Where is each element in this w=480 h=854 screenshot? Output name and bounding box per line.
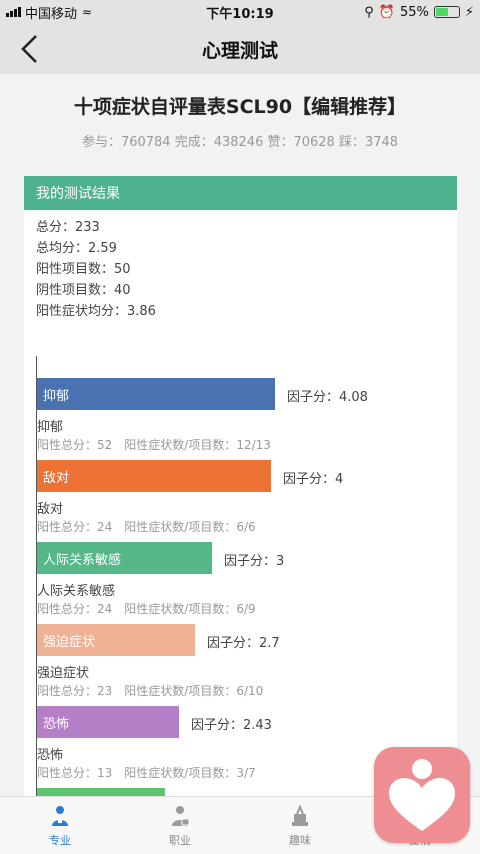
factor-item: 强迫症状 因子分：2.7 强迫症状 阳性总分：23 阳性症状数/项目数：6/10 (37, 624, 447, 706)
battery-icon (433, 6, 460, 18)
factor-bar: 强迫症状 (37, 624, 195, 656)
status-bar: 中国移动 ≈ 下午10:19 ⚲ ⏰ 55% ⚡ (0, 0, 480, 24)
summary-positive-average: 阳性症状均分：3.86 (36, 304, 156, 319)
tab-label: 职业 (169, 833, 191, 847)
summary-negative-count: 阴性项目数：40 (36, 283, 131, 298)
doctor-icon (52, 805, 68, 826)
floating-app-button[interactable] (374, 747, 470, 843)
alarm-icon: ⏰ (378, 4, 395, 20)
charging-icon: ⚡ (464, 4, 474, 20)
factor-score: 因子分：2.7 (207, 636, 280, 651)
summary-total: 总分：233 (36, 220, 100, 235)
factor-name: 强迫症状 (37, 666, 90, 681)
factor-item: 人际关系敏感 因子分：3 人际关系敏感 阳性总分：24 阳性症状数/项目数：6/9 (37, 542, 447, 624)
factor-name: 人际关系敏感 (37, 584, 116, 599)
carrier-name: 中国移动 (25, 6, 78, 22)
person-heart-icon (389, 759, 455, 831)
factor-item: 抑郁 因子分：4.08 抑郁 阳性总分：52 阳性症状数/项目数：12/13 (37, 378, 447, 460)
factor-score: 因子分：4 (283, 472, 344, 487)
tab-career[interactable]: 职业 (120, 797, 240, 854)
factor-name: 恐怖 (37, 748, 64, 763)
result-summary: 总分：233 总均分：2.59 阳性项目数：50 阴性项目数：40 阳性症状均分… (24, 210, 457, 322)
factor-item: 敌对 因子分：4 敌对 阳性总分：24 阳性症状数/项目数：6/6 (37, 460, 447, 542)
factor-score: 因子分：4.08 (287, 390, 368, 405)
wifi-icon: ≈ (82, 5, 93, 19)
test-title: 十项症状自评量表SCL90【编辑推荐】 (73, 96, 407, 118)
nav-bar: 心理测试 (0, 24, 480, 74)
fun-icon (292, 803, 308, 826)
factor-bar: 敌对 (37, 460, 271, 492)
page-title: 心理测试 (201, 39, 278, 62)
chevron-left-icon (21, 35, 37, 63)
signal-icon (6, 7, 21, 17)
factor-score: 因子分：2.43 (191, 718, 272, 733)
factor-bar: 人际关系敏感 (37, 542, 212, 574)
tab-label: 趣味 (289, 833, 311, 847)
orientation-lock-icon: ⚲ (364, 4, 374, 20)
test-stats: 参与：760784 完成：438246 赞：70628 踩：3748 (81, 135, 399, 150)
summary-average: 总均分：2.59 (36, 241, 117, 256)
factor-bar: 恐怖 (37, 706, 179, 738)
tab-label: 专业 (49, 833, 71, 847)
factor-detail: 阳性总分：52 阳性症状数/项目数：12/13 (37, 438, 271, 452)
battery-percent: 55% (399, 4, 429, 20)
factor-name: 敌对 (37, 502, 64, 517)
factor-detail: 阳性总分：23 阳性症状数/项目数：6/10 (37, 684, 264, 698)
factor-name: 抑郁 (37, 420, 64, 435)
result-card: 我的测试结果 总分：233 总均分：2.59 阳性项目数：50 阴性项目数：40… (24, 176, 457, 816)
result-header: 我的测试结果 (24, 176, 457, 210)
back-button[interactable] (12, 32, 48, 66)
factor-score: 因子分：3 (224, 554, 285, 569)
tab-fun[interactable]: 趣味 (240, 797, 360, 854)
briefcase-person-icon (172, 805, 190, 826)
factor-bar: 抑郁 (37, 378, 275, 410)
tab-professional[interactable]: 专业 (0, 797, 120, 854)
summary-positive-count: 阳性项目数：50 (36, 262, 131, 277)
factor-detail: 阳性总分：24 阳性症状数/项目数：6/9 (37, 602, 256, 616)
factor-detail: 阳性总分：13 阳性症状数/项目数：3/7 (37, 766, 256, 780)
factor-detail: 阳性总分：24 阳性症状数/项目数：6/6 (37, 520, 256, 534)
